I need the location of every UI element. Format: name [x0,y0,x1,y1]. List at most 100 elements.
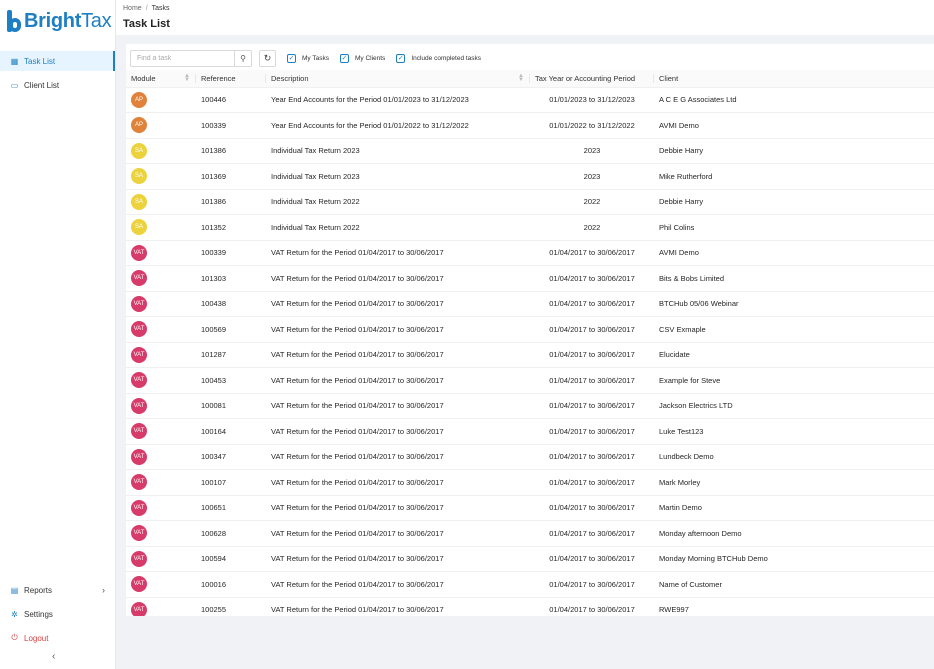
client-cell: Jackson Electrics LTD [654,393,934,419]
period-cell: 2022 [530,214,654,241]
my-tasks-checkbox[interactable]: ✓ My Tasks [287,53,329,63]
module-badge: VAT [131,550,147,567]
description-cell: Individual Tax Return 2023 [266,138,530,164]
period-cell: 01/04/2017 to 30/06/2017 [530,571,654,598]
refresh-button[interactable]: ↻ [259,49,276,67]
module-cell: AP [126,87,196,113]
reference-cell: 100081 [196,393,266,419]
module-cell: VAT [126,316,196,343]
description-cell: VAT Return for the Period 01/04/2017 to … [266,393,530,419]
table-row[interactable]: VAT 100628 VAT Return for the Period 01/04… [126,520,934,547]
reference-cell: 101352 [196,214,266,241]
sidebar-item-label: Settings [24,609,53,619]
task-table: Module ▲ ▼ Reference Description ▲ ▼ Tax Yea… [126,70,934,616]
table-row[interactable]: AP 100339 Year End Accounts for the Period… [126,112,934,139]
sidebar-item-label: Reports [24,585,53,595]
table-row[interactable]: SA 101369 Individual Tax Return 2023 2023 Mi… [126,163,934,190]
reference-cell: 100255 [196,597,266,616]
table-row[interactable]: VAT 100438 VAT Return for the Period 01/04… [126,291,934,317]
period-cell: 01/04/2017 to 30/06/2017 [530,495,654,521]
client-cell: Name of Customer [654,571,934,598]
module-cell: VAT [126,444,196,470]
module-badge: SA [131,219,147,236]
client-cell: Bits & Bobs Limited [654,265,934,292]
reference-cell: 100453 [196,367,266,394]
sidebar-item-client-list[interactable]: ▭ Client List [0,75,115,95]
period-cell: 01/04/2017 to 30/06/2017 [530,597,654,616]
description-cell: VAT Return for the Period 01/04/2017 to … [266,444,530,470]
reference-cell: 100438 [196,291,266,317]
module-badge: VAT [131,448,147,465]
column-header-client[interactable]: Client [654,70,934,88]
table-row[interactable]: VAT 100255 VAT Return for the Period 01/04… [126,597,934,616]
reference-cell: 101303 [196,265,266,292]
column-header-module[interactable]: Module ▲ ▼ [126,70,196,88]
column-header-description[interactable]: Description ▲ ▼ [266,70,530,88]
sidebar-item-settings[interactable]: ✲ Settings [0,604,115,624]
module-badge: VAT [131,423,147,440]
period-cell: 01/01/2023 to 31/12/2023 [530,87,654,113]
table-row[interactable]: VAT 100107 VAT Return for the Period 01/04… [126,469,934,496]
table-row[interactable]: VAT 100594 VAT Return for the Period 01/04… [126,546,934,572]
table-row[interactable]: VAT 100339 VAT Return for the Period 01/04… [126,240,934,266]
sidebar-item-reports[interactable]: ▤ Reports › [0,580,115,600]
client-cell: Mike Rutherford [654,163,934,190]
module-cell: VAT [126,393,196,419]
sidebar-item-label: Client List [24,80,60,90]
period-cell: 01/04/2017 to 30/06/2017 [530,367,654,394]
my-clients-checkbox[interactable]: ✓ My Clients [339,53,385,63]
reference-cell: 100164 [196,418,266,445]
table-row[interactable]: VAT 100016 VAT Return for the Period 01/04… [126,571,934,598]
reference-cell: 100339 [196,112,266,139]
table-row[interactable]: AP 100446 Year End Accounts for the Period… [126,87,934,113]
description-cell: VAT Return for the Period 01/04/2017 to … [266,495,530,521]
table-row[interactable]: VAT 100651 VAT Return for the Period 01/04… [126,495,934,521]
module-badge: SA [131,168,147,185]
sidebar-item-label: Logout [24,633,49,643]
period-cell: 01/04/2017 to 30/06/2017 [530,291,654,317]
search-input[interactable] [131,50,234,66]
logout-icon: ⏻ [11,633,18,642]
module-cell: VAT [126,342,196,368]
client-cell: AVMI Demo [654,112,934,139]
table-row[interactable]: VAT 100081 VAT Return for the Period 01/04… [126,393,934,419]
column-header-period[interactable]: Tax Year or Accounting Period [530,70,654,88]
table-row[interactable]: VAT 100453 VAT Return for the Period 01/04… [126,367,934,394]
sidebar-item-task-list[interactable]: ▦ Task List [0,51,115,71]
module-cell: VAT [126,520,196,547]
client-cell: RWE997 [654,597,934,616]
module-cell: VAT [126,240,196,266]
column-header-reference[interactable]: Reference [196,70,266,88]
table-row[interactable]: VAT 101303 VAT Return for the Period 01/04… [126,265,934,292]
table-row[interactable]: SA 101386 Individual Tax Return 2023 2023 De… [126,138,934,164]
brighttax-logo[interactable]: BrightTax [7,9,112,33]
module-badge: VAT [131,601,147,616]
period-cell: 01/04/2017 to 30/06/2017 [530,240,654,266]
sidebar: BrightTax ▦ Task List ▭ Client List ▤ Re… [0,0,116,669]
module-badge: VAT [131,346,147,363]
table-row[interactable]: VAT 101287 VAT Return for the Period 01/04… [126,342,934,368]
module-badge: AP [131,117,147,134]
collapse-sidebar-icon[interactable]: ‹ [52,651,55,662]
sidebar-item-logout[interactable]: ⏻ Logout [0,628,115,648]
refresh-icon: ↻ [263,52,272,63]
module-badge: VAT [131,295,147,312]
checkbox-checked-icon: ✓ [339,53,349,63]
settings-gear-icon: ✲ [11,609,18,619]
client-cell: Monday Morning BTCHub Demo [654,546,934,572]
include-completed-checkbox[interactable]: ✓ Include completed tasks [396,53,481,63]
reference-cell: 100347 [196,444,266,470]
breadcrumb-home[interactable]: Home [123,5,142,12]
table-row[interactable]: VAT 100347 VAT Return for the Period 01/04… [126,444,934,470]
table-row[interactable]: SA 101386 Individual Tax Return 2022 2022 De… [126,189,934,215]
search-icon: ⚲ [240,53,246,63]
search-button[interactable]: ⚲ [234,50,251,66]
description-cell: VAT Return for the Period 01/04/2017 to … [266,316,530,343]
table-row[interactable]: SA 101352 Individual Tax Return 2022 2022 Ph… [126,214,934,241]
description-cell: VAT Return for the Period 01/04/2017 to … [266,265,530,292]
table-row[interactable]: VAT 100164 VAT Return for the Period 01/04… [126,418,934,445]
period-cell: 01/04/2017 to 30/06/2017 [530,265,654,292]
table-row[interactable]: VAT 100569 VAT Return for the Period 01/04… [126,316,934,343]
period-cell: 01/04/2017 to 30/06/2017 [530,316,654,343]
reference-cell: 100651 [196,495,266,521]
